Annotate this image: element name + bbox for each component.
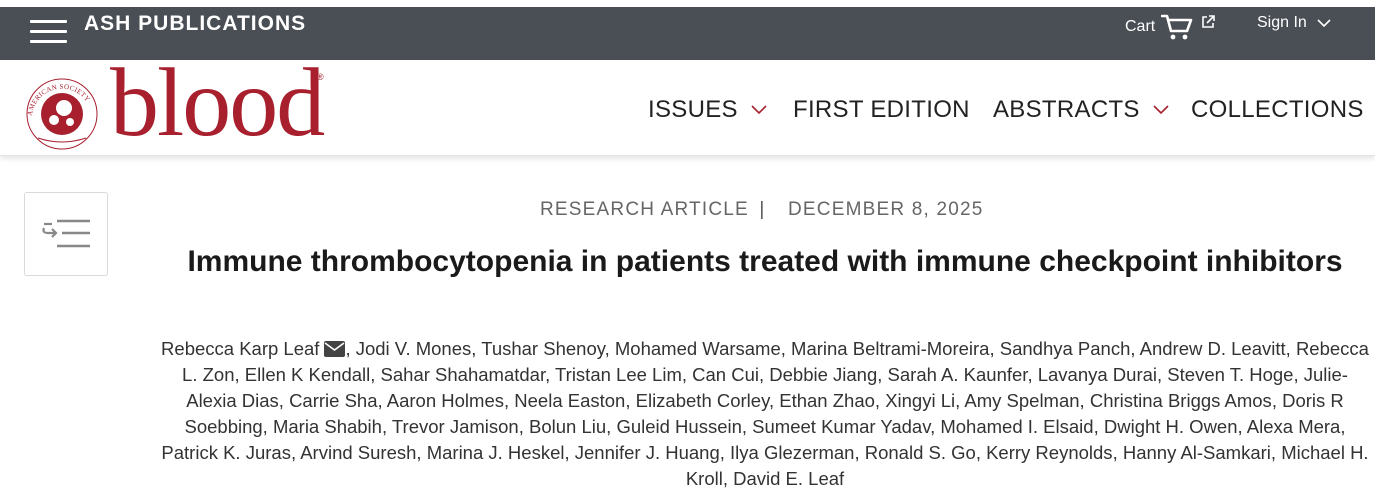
author-link[interactable]: Rebecca Karp Leaf (161, 338, 319, 359)
chevron-down-icon (751, 105, 767, 115)
author-link[interactable]: Marina Beltrami-Moreira (791, 338, 989, 359)
nav-collections-label: COLLECTIONS (1191, 96, 1364, 123)
author-link[interactable]: Ethan Zhao (779, 390, 875, 411)
blood-wordmark[interactable]: blood (110, 54, 325, 152)
chevron-down-icon (1317, 18, 1331, 27)
author-link[interactable]: Maria Shabih (273, 416, 382, 437)
ash-publications-title[interactable]: ASH PUBLICATIONS (84, 12, 306, 36)
author-link[interactable]: Can Cui (692, 364, 759, 385)
author-link[interactable]: Sarah A. Kaunfer (888, 364, 1028, 385)
author-link[interactable]: Aaron Holmes (387, 390, 504, 411)
author-link[interactable]: Christina Briggs Amos (1090, 390, 1272, 411)
author-link[interactable]: Neela Easton (514, 390, 625, 411)
author-link[interactable]: Sahar Shahamatdar (381, 364, 546, 385)
author-link[interactable]: David E. Leaf (733, 468, 844, 489)
author-link[interactable]: Guleid Hussein (616, 416, 741, 437)
author-link[interactable]: Tristan Lee Lim (555, 364, 682, 385)
author-link[interactable]: Trevor Jamison (392, 416, 519, 437)
sign-in-label: Sign In (1257, 14, 1307, 31)
registered-mark: ® (317, 72, 324, 82)
cart-label: Cart (1125, 18, 1156, 35)
author-link[interactable]: Arvind Suresh (300, 442, 416, 463)
author-list: Rebecca Karp Leaf, Jodi V. Mones, Tushar… (161, 338, 1369, 489)
nav-issues-label: ISSUES (648, 96, 738, 123)
author-link[interactable]: Amy Spelman (964, 390, 1079, 411)
nav-issues[interactable]: ISSUES (648, 96, 767, 124)
author-link[interactable]: Ilya Glezerman (730, 442, 854, 463)
nav-first-edition[interactable]: FIRST EDITION (793, 96, 970, 124)
author-link[interactable]: Andrew D. Leavitt (1140, 338, 1286, 359)
author-link[interactable]: Mohamed I. Elsaid (940, 416, 1093, 437)
author-link[interactable]: Hanny Al-Samkari (1123, 442, 1271, 463)
article-title: Immune thrombocytopenia in patients trea… (187, 245, 1343, 278)
author-link[interactable]: Debbie Jiang (769, 364, 877, 385)
author-link[interactable]: Lavanya Durai (1038, 364, 1157, 385)
top-strip (0, 0, 1375, 7)
author-link[interactable]: Jennifer J. Huang (575, 442, 720, 463)
author-link[interactable]: Kerry Reynolds (986, 442, 1112, 463)
author-link[interactable]: Dwight H. Owen (1104, 416, 1238, 437)
article-meta: RESEARCH ARTICLE | DECEMBER 8, 2025 (540, 199, 984, 221)
author-link[interactable]: Ronald S. Go (865, 442, 976, 463)
author-link[interactable]: Patrick K. Juras (161, 442, 291, 463)
author-link[interactable]: Elizabeth Corley (636, 390, 769, 411)
author-link[interactable]: Jodi V. Mones (356, 338, 472, 359)
collapse-menu-icon (42, 219, 90, 248)
author-link[interactable]: Sandhya Panch (1000, 338, 1131, 359)
author-link[interactable]: Steven T. Hoge (1167, 364, 1293, 385)
cart-link[interactable]: Cart (1125, 13, 1216, 41)
author-link[interactable]: Tushar Shenoy (481, 338, 604, 359)
nav-abstracts[interactable]: ABSTRACTS (993, 96, 1169, 124)
article-type: RESEARCH ARTICLE (540, 199, 749, 220)
journal-header: AMERICAN SOCIETY OF HEMATOLOGY blood ® I… (0, 54, 1375, 156)
external-link-icon (1202, 15, 1216, 28)
menu-icon[interactable] (30, 20, 67, 43)
author-link[interactable]: Sumeet Kumar Yadav (752, 416, 930, 437)
cart-icon (1161, 14, 1193, 40)
envelope-icon[interactable] (324, 341, 346, 357)
nav-first-edition-label: FIRST EDITION (793, 96, 970, 123)
author-link[interactable]: Alexa Mera (1247, 416, 1341, 437)
nav-abstracts-label: ABSTRACTS (993, 96, 1140, 123)
chevron-down-icon (1153, 105, 1169, 115)
author-link[interactable]: Bolun Liu (529, 416, 606, 437)
author-link[interactable]: Ellen K Kendall (245, 364, 370, 385)
sidebar-toggle-button[interactable] (24, 192, 108, 276)
nav-collections[interactable]: COLLECTIONS (1191, 96, 1364, 124)
article-date: DECEMBER 8, 2025 (788, 199, 984, 220)
author-link[interactable]: Carrie Sha (289, 390, 377, 411)
sign-in-button[interactable]: Sign In (1257, 14, 1331, 32)
meta-separator: | (759, 199, 766, 220)
author-link[interactable]: Xingyi Li (885, 390, 955, 411)
author-link[interactable]: Mohamed Warsame (615, 338, 781, 359)
ash-seal-logo[interactable]: AMERICAN SOCIETY OF HEMATOLOGY (22, 74, 100, 150)
author-link[interactable]: Marina J. Heskel (427, 442, 565, 463)
